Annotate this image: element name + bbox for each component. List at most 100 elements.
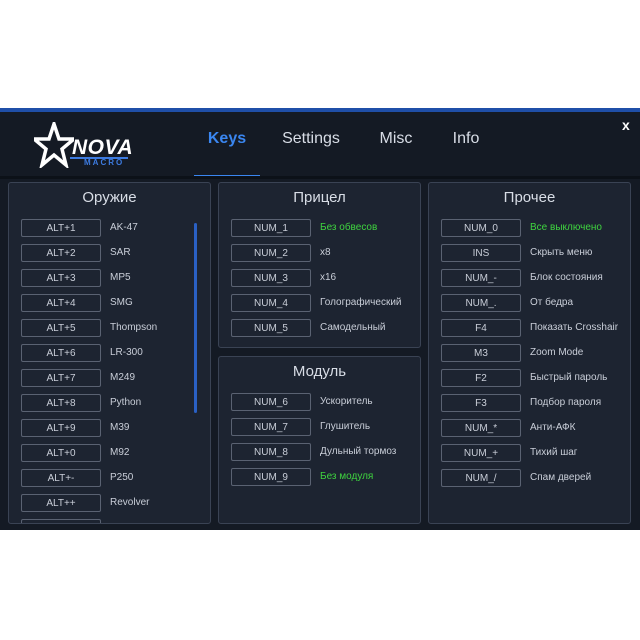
- weapons-row: ALT+7 M249: [21, 367, 210, 392]
- hotkey-label: SAR: [110, 247, 131, 258]
- weapons-row: ALT++ Revolver: [21, 492, 210, 517]
- hotkey-button[interactable]: F2: [441, 369, 521, 387]
- hotkey-button[interactable]: ALT+4: [21, 294, 101, 312]
- hotkey-button[interactable]: F4: [441, 319, 521, 337]
- sight-row: NUM_4 Голографический: [231, 292, 420, 317]
- module-row: NUM_6 Ускоритель: [231, 391, 420, 416]
- hotkey-label: P250: [110, 472, 134, 483]
- nova-macro-logo: NOVA MACRO: [34, 122, 134, 172]
- hotkey-label: M39: [110, 422, 130, 433]
- logo-subtitle: MACRO: [84, 158, 125, 167]
- hotkey-button[interactable]: [21, 519, 101, 523]
- other-list: NUM_0 Все выключено INS Скрыть меню NUM_- Бло…: [441, 217, 630, 492]
- hotkey-label: x8: [320, 247, 331, 258]
- weapons-list: ALT+1 AK-47 ALT+2 SAR ALT+3 MP5 ALT+4 SMG ALT+5 T…: [21, 217, 210, 523]
- header-divider: [0, 176, 640, 179]
- other-row: NUM_. От бедра: [441, 292, 630, 317]
- module-row: NUM_8 Дульный тормоз: [231, 441, 420, 466]
- tab-settings[interactable]: Settings: [276, 130, 346, 164]
- hotkey-button[interactable]: ALT+6: [21, 344, 101, 362]
- other-row: INS Скрыть меню: [441, 242, 630, 267]
- hotkey-button[interactable]: ALT+9: [21, 419, 101, 437]
- hotkey-button[interactable]: NUM_.: [441, 294, 521, 312]
- hotkey-button[interactable]: ALT++: [21, 494, 101, 512]
- other-panel: Прочее NUM_0 Все выключено INS Скрыть меню N…: [428, 182, 631, 524]
- sight-panel: Прицел NUM_1 Без обвесов NUM_2 x8 NUM_3 x16 NU…: [218, 182, 421, 348]
- other-row: NUM_- Блок состояния: [441, 267, 630, 292]
- star-icon: [34, 122, 74, 168]
- hotkey-label: Блок состояния: [530, 272, 603, 283]
- hotkey-button[interactable]: NUM_*: [441, 419, 521, 437]
- hotkey-button[interactable]: NUM_-: [441, 269, 521, 287]
- hotkey-label: Revolver: [110, 497, 150, 508]
- tab-info[interactable]: Info: [446, 130, 486, 164]
- weapons-row: ALT+2 SAR: [21, 242, 210, 267]
- hotkey-label: Самодельный: [320, 322, 386, 333]
- hotkey-button[interactable]: NUM_8: [231, 443, 311, 461]
- hotkey-label: Тихий шаг: [530, 447, 578, 458]
- hotkey-button[interactable]: NUM_1: [231, 219, 311, 237]
- hotkey-button[interactable]: NUM_9: [231, 468, 311, 486]
- hotkey-button[interactable]: NUM_4: [231, 294, 311, 312]
- hotkey-label: Thompson: [110, 322, 158, 333]
- hotkey-label: Python: [110, 397, 142, 408]
- sight-row: NUM_5 Самодельный: [231, 317, 420, 342]
- hotkey-label: x16: [320, 272, 337, 283]
- sight-row: NUM_3 x16: [231, 267, 420, 292]
- sight-row: NUM_1 Без обвесов: [231, 217, 420, 242]
- other-row: F4 Показать Crosshair: [441, 317, 630, 342]
- hotkey-button[interactable]: NUM_6: [231, 393, 311, 411]
- close-button[interactable]: x: [622, 117, 630, 133]
- module-row: NUM_7 Глушитель: [231, 416, 420, 441]
- hotkey-label: AK-47: [110, 222, 138, 233]
- weapons-row: ALT+3 MP5: [21, 267, 210, 292]
- hotkey-button[interactable]: ALT+2: [21, 244, 101, 262]
- weapons-row: ALT+9 M39: [21, 417, 210, 442]
- hotkey-label: M249: [110, 372, 136, 383]
- tab-keys[interactable]: Keys: [194, 130, 260, 164]
- weapons-panel: Оружие ALT+1 AK-47 ALT+2 SAR ALT+3 MP5 ALT+4 SM…: [8, 182, 211, 524]
- hotkey-button[interactable]: NUM_2: [231, 244, 311, 262]
- hotkey-label: MP5: [110, 272, 131, 283]
- hotkey-button[interactable]: ALT+3: [21, 269, 101, 287]
- hotkey-button[interactable]: ALT+5: [21, 319, 101, 337]
- other-row: NUM_* Анти-АФК: [441, 417, 630, 442]
- hotkey-label: Глушитель: [320, 421, 371, 432]
- hotkey-label: Спам дверей: [530, 472, 592, 483]
- hotkey-label: Подбор пароля: [530, 397, 602, 408]
- hotkey-button[interactable]: NUM_5: [231, 319, 311, 337]
- hotkey-button[interactable]: F3: [441, 394, 521, 412]
- hotkey-button[interactable]: ALT+8: [21, 394, 101, 412]
- hotkey-label: Без модуля: [320, 471, 374, 482]
- hotkey-label: Анти-АФК: [530, 422, 576, 433]
- hotkey-button[interactable]: NUM_0: [441, 219, 521, 237]
- hotkey-button[interactable]: NUM_7: [231, 418, 311, 436]
- hotkey-button[interactable]: ALT+-: [21, 469, 101, 487]
- hotkey-button[interactable]: INS: [441, 244, 521, 262]
- app-window: NOVA MACRO Keys Settings Misc Info x Ору…: [0, 108, 640, 530]
- hotkey-button[interactable]: ALT+7: [21, 369, 101, 387]
- hotkey-button[interactable]: NUM_3: [231, 269, 311, 287]
- hotkey-label: От бедра: [530, 297, 574, 308]
- hotkey-label: M92: [110, 447, 130, 458]
- module-title: Модуль: [292, 363, 347, 380]
- other-row: M3 Zoom Mode: [441, 342, 630, 367]
- hotkey-label: Показать Crosshair: [530, 322, 619, 333]
- tab-misc[interactable]: Misc: [372, 130, 420, 164]
- hotkey-label: Дульный тормоз: [320, 446, 397, 457]
- weapons-scrollbar[interactable]: [194, 223, 197, 413]
- hotkey-label: Скрыть меню: [530, 247, 593, 258]
- hotkey-button[interactable]: ALT+0: [21, 444, 101, 462]
- hotkey-button[interactable]: NUM_/: [441, 469, 521, 487]
- hotkey-label: Zoom Mode: [530, 347, 584, 358]
- weapons-row: ALT+5 Thompson: [21, 317, 210, 342]
- weapons-row: ALT+- P250: [21, 467, 210, 492]
- hotkey-button[interactable]: ALT+1: [21, 219, 101, 237]
- hotkey-label: SMG: [110, 297, 133, 308]
- hotkey-button[interactable]: NUM_+: [441, 444, 521, 462]
- hotkey-label: Все выключено: [530, 222, 602, 233]
- hotkey-button[interactable]: M3: [441, 344, 521, 362]
- hotkey-label: Быстрый пароль: [530, 372, 608, 383]
- other-row: NUM_/ Спам дверей: [441, 467, 630, 492]
- weapons-row: ALT+6 LR-300: [21, 342, 210, 367]
